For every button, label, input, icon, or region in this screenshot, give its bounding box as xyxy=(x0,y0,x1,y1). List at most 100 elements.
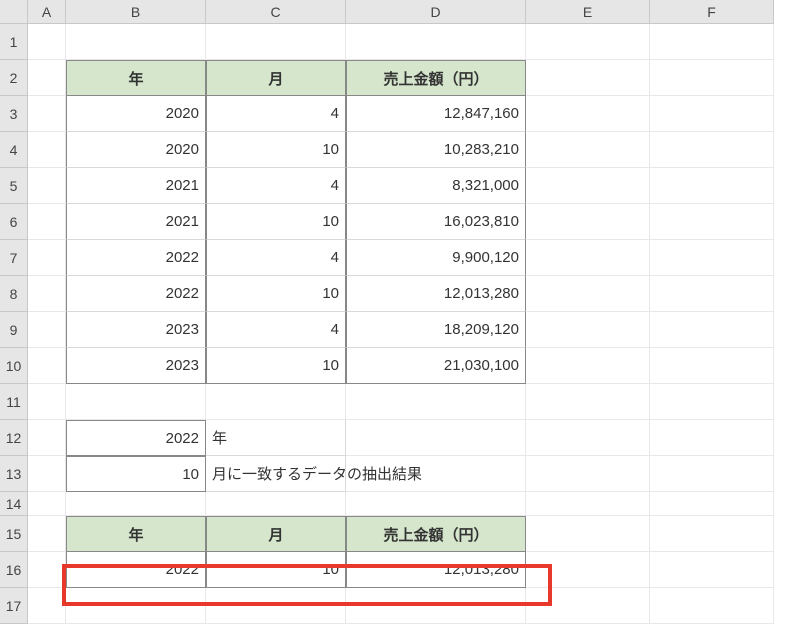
row-header-3[interactable]: 3 xyxy=(0,96,28,132)
cell-C1[interactable] xyxy=(206,24,346,60)
table1-cell-r1-c1[interactable]: 10 xyxy=(206,132,346,168)
column-header-D[interactable]: D xyxy=(346,0,526,24)
column-header-E[interactable]: E xyxy=(526,0,650,24)
cell-F3[interactable] xyxy=(650,96,774,132)
row-header-7[interactable]: 7 xyxy=(0,240,28,276)
cell-B14[interactable] xyxy=(66,492,206,516)
cell-D14[interactable] xyxy=(346,492,526,516)
table1-cell-r3-c2[interactable]: 16,023,810 xyxy=(346,204,526,240)
row-header-11[interactable]: 11 xyxy=(0,384,28,420)
column-header-F[interactable]: F xyxy=(650,0,774,24)
cell-A14[interactable] xyxy=(28,492,66,516)
cell-F11[interactable] xyxy=(650,384,774,420)
cell-A6[interactable] xyxy=(28,204,66,240)
cell-A3[interactable] xyxy=(28,96,66,132)
cell-A13[interactable] xyxy=(28,456,66,492)
cell-A16[interactable] xyxy=(28,552,66,588)
table2-header-0[interactable]: 年 xyxy=(66,516,206,552)
table1-header-2[interactable]: 売上金額（円） xyxy=(346,60,526,96)
table1-cell-r6-c2[interactable]: 18,209,120 xyxy=(346,312,526,348)
cell-D11[interactable] xyxy=(346,384,526,420)
row-header-4[interactable]: 4 xyxy=(0,132,28,168)
table2-cell-c2[interactable]: 12,013,280 xyxy=(346,552,526,588)
cell-F12[interactable] xyxy=(650,420,774,456)
table1-cell-r1-c0[interactable]: 2020 xyxy=(66,132,206,168)
cell-E7[interactable] xyxy=(526,240,650,276)
row-header-16[interactable]: 16 xyxy=(0,552,28,588)
cell-C17[interactable] xyxy=(206,588,346,624)
row-header-17[interactable]: 17 xyxy=(0,588,28,624)
cell-C11[interactable] xyxy=(206,384,346,420)
cell-F5[interactable] xyxy=(650,168,774,204)
cell-E16[interactable] xyxy=(526,552,650,588)
cell-E8[interactable] xyxy=(526,276,650,312)
table1-header-1[interactable]: 月 xyxy=(206,60,346,96)
cell-A9[interactable] xyxy=(28,312,66,348)
column-header-A[interactable]: A xyxy=(28,0,66,24)
table1-cell-r4-c0[interactable]: 2022 xyxy=(66,240,206,276)
column-header-C[interactable]: C xyxy=(206,0,346,24)
table2-header-2[interactable]: 売上金額（円） xyxy=(346,516,526,552)
table2-cell-c0[interactable]: 2022 xyxy=(66,552,206,588)
row-header-10[interactable]: 10 xyxy=(0,348,28,384)
cell-D12[interactable] xyxy=(346,420,526,456)
criteria-month-label[interactable]: 月に一致するデータの抽出結果 xyxy=(206,456,346,492)
table1-cell-r5-c1[interactable]: 10 xyxy=(206,276,346,312)
cell-D17[interactable] xyxy=(346,588,526,624)
criteria-month-value[interactable]: 10 xyxy=(66,456,206,492)
row-header-5[interactable]: 5 xyxy=(0,168,28,204)
table1-cell-r2-c2[interactable]: 8,321,000 xyxy=(346,168,526,204)
cell-E13[interactable] xyxy=(526,456,650,492)
table1-cell-r0-c0[interactable]: 2020 xyxy=(66,96,206,132)
cell-F14[interactable] xyxy=(650,492,774,516)
cell-E5[interactable] xyxy=(526,168,650,204)
table1-cell-r3-c1[interactable]: 10 xyxy=(206,204,346,240)
table1-cell-r2-c1[interactable]: 4 xyxy=(206,168,346,204)
cell-A17[interactable] xyxy=(28,588,66,624)
cell-A11[interactable] xyxy=(28,384,66,420)
table1-cell-r7-c1[interactable]: 10 xyxy=(206,348,346,384)
row-header-13[interactable]: 13 xyxy=(0,456,28,492)
cell-E3[interactable] xyxy=(526,96,650,132)
table1-cell-r0-c2[interactable]: 12,847,160 xyxy=(346,96,526,132)
row-header-15[interactable]: 15 xyxy=(0,516,28,552)
table2-header-1[interactable]: 月 xyxy=(206,516,346,552)
cell-E15[interactable] xyxy=(526,516,650,552)
cell-A10[interactable] xyxy=(28,348,66,384)
cell-A12[interactable] xyxy=(28,420,66,456)
table1-cell-r4-c2[interactable]: 9,900,120 xyxy=(346,240,526,276)
table1-cell-r4-c1[interactable]: 4 xyxy=(206,240,346,276)
cell-F6[interactable] xyxy=(650,204,774,240)
cell-F1[interactable] xyxy=(650,24,774,60)
cell-E12[interactable] xyxy=(526,420,650,456)
criteria-year-value[interactable]: 2022 xyxy=(66,420,206,456)
row-header-6[interactable]: 6 xyxy=(0,204,28,240)
cell-E2[interactable] xyxy=(526,60,650,96)
cell-E9[interactable] xyxy=(526,312,650,348)
cell-F2[interactable] xyxy=(650,60,774,96)
cell-B1[interactable] xyxy=(66,24,206,60)
table1-cell-r5-c2[interactable]: 12,013,280 xyxy=(346,276,526,312)
row-header-14[interactable]: 14 xyxy=(0,492,28,516)
cell-D1[interactable] xyxy=(346,24,526,60)
criteria-year-label[interactable]: 年 xyxy=(206,420,346,456)
table1-cell-r7-c2[interactable]: 21,030,100 xyxy=(346,348,526,384)
cell-E6[interactable] xyxy=(526,204,650,240)
cell-F17[interactable] xyxy=(650,588,774,624)
cell-E1[interactable] xyxy=(526,24,650,60)
table1-cell-r6-c0[interactable]: 2023 xyxy=(66,312,206,348)
table1-cell-r2-c0[interactable]: 2021 xyxy=(66,168,206,204)
cell-B11[interactable] xyxy=(66,384,206,420)
cell-E17[interactable] xyxy=(526,588,650,624)
cell-A7[interactable] xyxy=(28,240,66,276)
column-header-B[interactable]: B xyxy=(66,0,206,24)
table1-header-0[interactable]: 年 xyxy=(66,60,206,96)
cell-E11[interactable] xyxy=(526,384,650,420)
cell-F15[interactable] xyxy=(650,516,774,552)
cell-F7[interactable] xyxy=(650,240,774,276)
cell-A4[interactable] xyxy=(28,132,66,168)
select-all-corner[interactable] xyxy=(0,0,28,24)
row-header-1[interactable]: 1 xyxy=(0,24,28,60)
cell-A2[interactable] xyxy=(28,60,66,96)
row-header-8[interactable]: 8 xyxy=(0,276,28,312)
